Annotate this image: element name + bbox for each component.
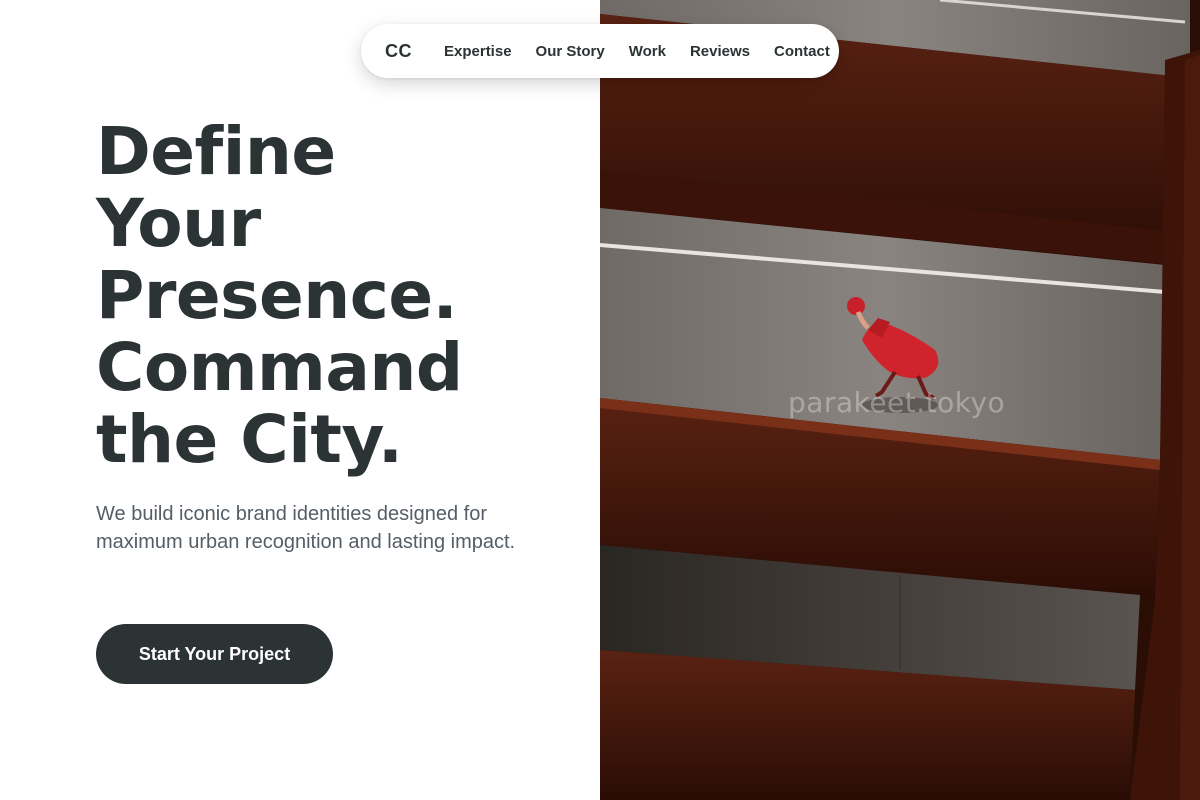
logo[interactable]: CC [385, 41, 412, 62]
nav-links: Expertise Our Story Work Reviews Contact [444, 43, 830, 60]
watermark-text: parakeet.tokyo [788, 386, 1006, 419]
hero-photo: parakeet.tokyo [600, 0, 1200, 800]
headline-line: Presence. [96, 257, 458, 334]
nav-link-reviews[interactable]: Reviews [690, 43, 750, 60]
landing-page: parakeet.tokyo CC Expertise Our Story Wo… [0, 0, 1200, 800]
hero-headline: Define Your Presence. Command the City. [96, 116, 576, 476]
headline-line: Define [96, 113, 336, 190]
nav-link-expertise[interactable]: Expertise [444, 43, 512, 60]
hero-subtext: We build iconic brand identities designe… [96, 503, 516, 553]
headline-line: Your [96, 185, 261, 262]
headline-line: the City. [96, 401, 403, 478]
nav-link-our-story[interactable]: Our Story [536, 43, 605, 60]
start-project-button[interactable]: Start Your Project [96, 624, 333, 684]
top-nav: CC Expertise Our Story Work Reviews Cont… [361, 24, 839, 78]
nav-link-contact[interactable]: Contact [774, 43, 830, 60]
nav-link-work[interactable]: Work [629, 43, 666, 60]
headline-line: Command [96, 329, 463, 406]
